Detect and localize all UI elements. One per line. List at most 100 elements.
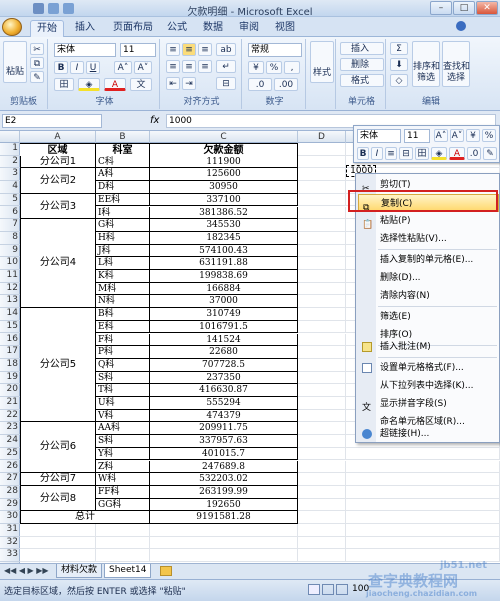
menu-delete[interactable]: 删除(D)... xyxy=(358,269,499,287)
decrease-decimal-icon[interactable]: .00 xyxy=(274,78,298,91)
increase-decimal-icon[interactable]: .0 xyxy=(248,78,272,91)
grid-cell[interactable] xyxy=(150,549,298,563)
row-header[interactable]: 22 xyxy=(0,410,20,423)
shrink-font-button[interactable]: A˅ xyxy=(134,61,152,74)
normal-view-icon[interactable] xyxy=(308,584,320,595)
row-header[interactable]: 28 xyxy=(0,486,20,499)
mini-decrease-decimal-icon[interactable]: .0 xyxy=(467,147,481,160)
grid-cell[interactable] xyxy=(298,206,346,220)
grid-cell[interactable] xyxy=(298,244,346,258)
grid-cell[interactable] xyxy=(298,181,346,194)
grid-cell[interactable] xyxy=(298,231,346,245)
row-header[interactable]: 13 xyxy=(0,295,20,309)
menu-format-cells[interactable]: 设置单元格格式(F)... xyxy=(358,359,499,377)
dept-cell[interactable]: A科 xyxy=(96,168,150,182)
mini-grow-font-button[interactable]: A˄ xyxy=(434,129,448,142)
amount-cell[interactable]: 111900 xyxy=(150,155,298,169)
sheet-tab-materials[interactable]: 材料欠款 xyxy=(56,564,103,578)
amount-cell[interactable]: 555294 xyxy=(150,397,298,410)
amount-cell[interactable]: 532203.02 xyxy=(150,473,298,486)
total-amount[interactable]: 9191581.28 xyxy=(150,511,298,524)
row-header[interactable]: 31 xyxy=(0,524,20,537)
amount-cell[interactable]: 381386.52 xyxy=(150,206,298,220)
grid-cell[interactable] xyxy=(298,358,346,372)
region-cell[interactable]: 分公司4 xyxy=(20,219,96,309)
amount-cell[interactable]: 192650 xyxy=(150,498,298,512)
grid-cell[interactable] xyxy=(96,549,150,563)
sort-filter-button[interactable]: 排序和 筛选 xyxy=(412,41,440,87)
dept-cell[interactable]: J科 xyxy=(96,244,150,258)
format-cells-button[interactable]: 格式 xyxy=(340,74,384,87)
number-format-select[interactable]: 常规 xyxy=(248,43,302,57)
menu-filter[interactable]: 筛选(E) xyxy=(358,308,499,326)
row-header[interactable]: 18 xyxy=(0,359,20,372)
column-header-a[interactable]: A xyxy=(20,131,96,143)
dept-cell[interactable]: H科 xyxy=(96,231,150,245)
dept-cell[interactable]: FF科 xyxy=(96,485,150,499)
grid-cell[interactable] xyxy=(298,447,346,461)
dept-cell[interactable]: C科 xyxy=(96,155,150,169)
dept-cell[interactable]: L科 xyxy=(96,257,150,270)
dept-cell[interactable]: I科 xyxy=(96,206,150,220)
row-header[interactable]: 7 xyxy=(0,219,20,232)
amount-cell[interactable]: 401015.7 xyxy=(150,447,298,461)
underline-button[interactable]: U xyxy=(86,61,100,74)
align-left-icon[interactable]: ≡ xyxy=(166,60,180,73)
column-header-d[interactable]: D xyxy=(298,131,346,143)
dept-cell[interactable]: D科 xyxy=(96,181,150,194)
grid-cell[interactable] xyxy=(20,524,96,537)
paste-button[interactable]: 粘贴 xyxy=(3,41,27,83)
cut-icon[interactable]: ✂ xyxy=(30,43,44,55)
format-painter-icon[interactable]: ✎ xyxy=(30,71,44,83)
phonetic-button[interactable]: 文 xyxy=(130,78,152,91)
sheet-nav-arrows[interactable]: ◀◀ ◀ ▶ ▶▶ xyxy=(4,566,49,575)
amount-cell[interactable]: 166884 xyxy=(150,282,298,296)
mini-shrink-font-button[interactable]: A˅ xyxy=(450,129,464,142)
row-header[interactable]: 10 xyxy=(0,257,20,270)
row-header[interactable]: 17 xyxy=(0,346,20,359)
grid-cell[interactable] xyxy=(298,549,346,563)
grid-cell[interactable] xyxy=(298,371,346,385)
office-button[interactable] xyxy=(2,18,22,36)
mini-size-select[interactable]: 11 xyxy=(404,129,430,143)
merge-center-icon[interactable]: ⊟ xyxy=(216,77,236,90)
amount-cell[interactable]: 30950 xyxy=(150,181,298,194)
mini-percent-icon[interactable]: % xyxy=(482,129,496,142)
amount-cell[interactable]: 345530 xyxy=(150,219,298,232)
page-break-view-icon[interactable] xyxy=(336,584,348,595)
row-header[interactable]: 24 xyxy=(0,435,20,448)
grid-cell[interactable] xyxy=(346,536,500,550)
row-header[interactable]: 23 xyxy=(0,422,20,436)
row-header[interactable]: 30 xyxy=(0,511,20,524)
help-icon[interactable] xyxy=(456,21,466,31)
clear-icon[interactable]: ◇ xyxy=(390,74,408,87)
align-middle-icon[interactable]: ≡ xyxy=(182,43,196,56)
row-header[interactable]: 8 xyxy=(0,232,20,245)
bold-button[interactable]: B xyxy=(54,61,68,74)
column-header-b[interactable]: B xyxy=(96,131,150,143)
row-header[interactable]: 26 xyxy=(0,461,20,474)
dept-cell[interactable]: U科 xyxy=(96,397,150,410)
row-header[interactable]: 25 xyxy=(0,448,20,461)
italic-button[interactable]: I xyxy=(70,61,84,74)
dept-cell[interactable]: Y科 xyxy=(96,447,150,461)
tab-data[interactable]: 数据 xyxy=(198,20,228,37)
amount-cell[interactable]: 707728.5 xyxy=(150,358,298,372)
menu-paste-special[interactable]: 选择性粘贴(V)... xyxy=(358,230,499,248)
mini-fill-color-icon[interactable]: ◈ xyxy=(431,147,447,160)
row-header[interactable]: 9 xyxy=(0,245,20,258)
header-dept[interactable]: 科室 xyxy=(96,143,150,157)
grid-cell[interactable] xyxy=(298,333,346,347)
tab-review[interactable]: 审阅 xyxy=(234,20,264,37)
amount-cell[interactable]: 199838.69 xyxy=(150,270,298,283)
align-right-icon[interactable]: ≡ xyxy=(198,60,212,73)
row-header[interactable]: 15 xyxy=(0,321,20,334)
region-cell[interactable]: 分公司8 xyxy=(20,485,96,512)
menu-pick-from-list[interactable]: 从下拉列表中选择(K)... xyxy=(358,377,499,395)
mini-merge-icon[interactable]: ⊟ xyxy=(399,147,413,160)
grid-cell[interactable] xyxy=(346,511,500,524)
grid-cell[interactable] xyxy=(346,473,500,486)
close-button[interactable]: ✕ xyxy=(476,1,498,15)
total-label[interactable]: 总计 xyxy=(20,511,150,524)
percent-icon[interactable]: % xyxy=(266,61,282,74)
